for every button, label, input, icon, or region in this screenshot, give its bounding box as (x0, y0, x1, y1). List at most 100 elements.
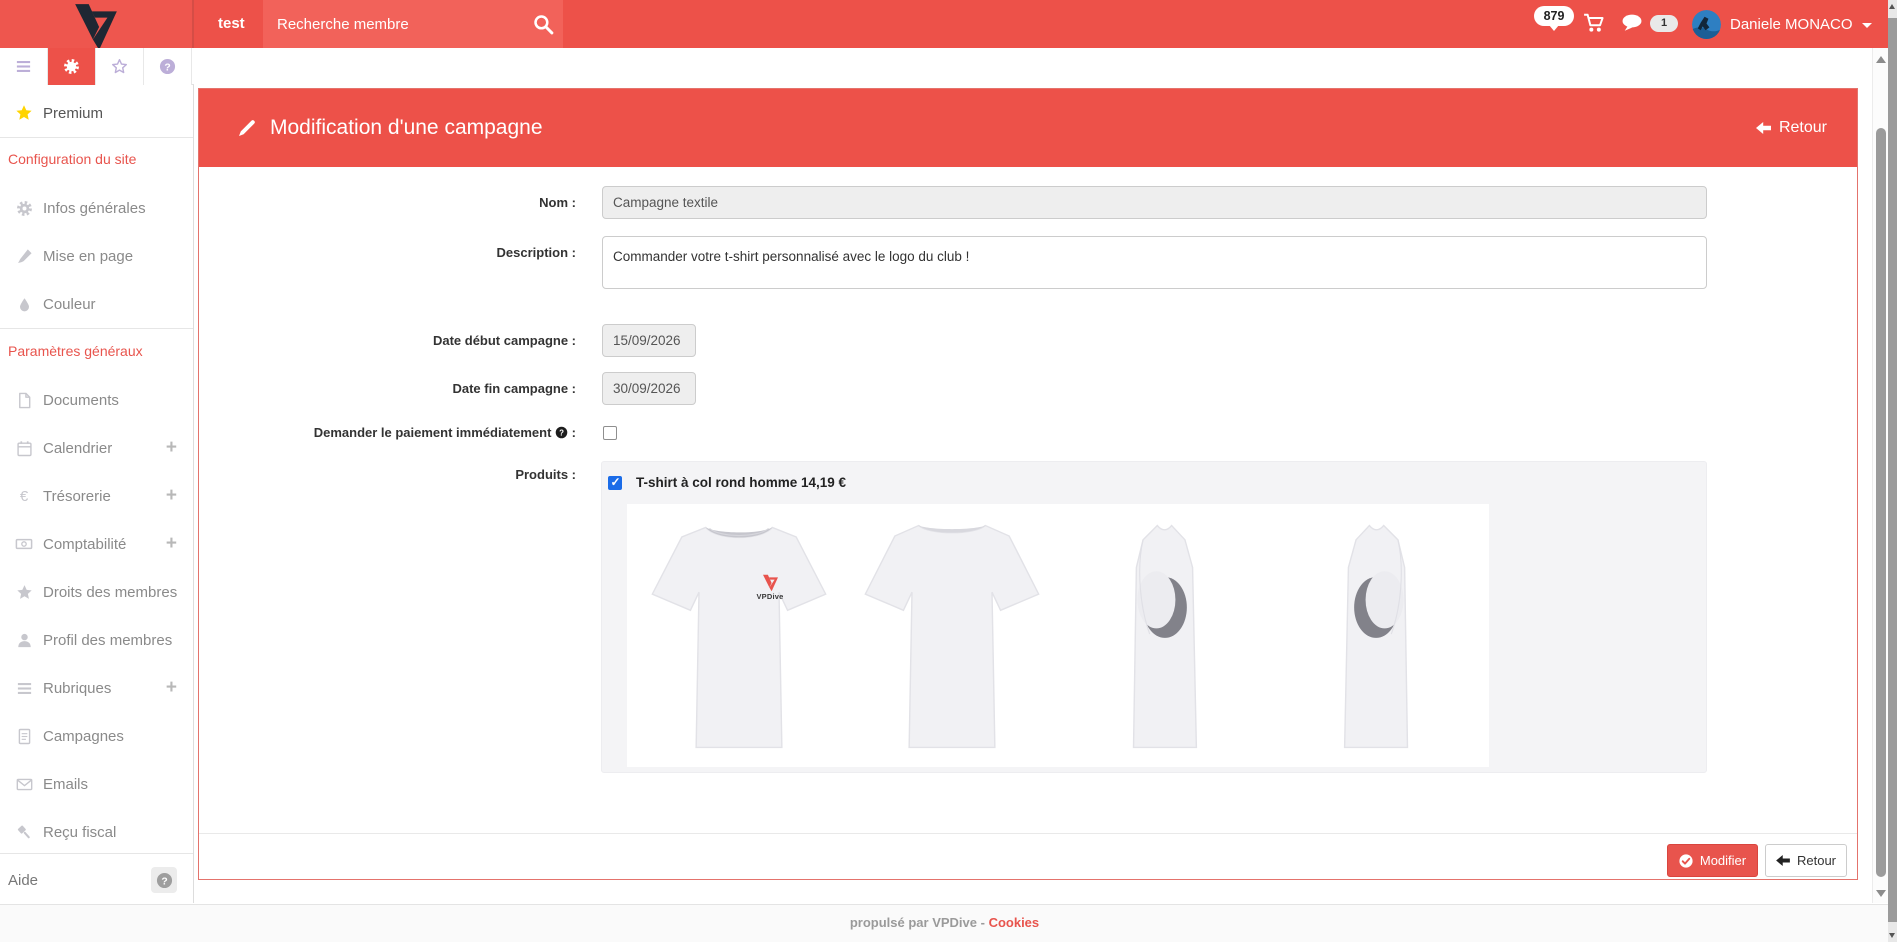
sidebar-item-label: Droits des membres (43, 584, 177, 601)
sidebar-item-rubriques[interactable]: Rubriques + (0, 664, 193, 712)
sidebar-item-mise-en-page[interactable]: Mise en page (0, 232, 193, 280)
menu-icon (15, 58, 32, 75)
immediate-payment-checkbox[interactable] (603, 426, 617, 440)
star-icon (12, 584, 36, 601)
plus-icon[interactable]: + (166, 533, 177, 555)
tshirt-back-image (852, 508, 1052, 764)
tab-settings[interactable] (48, 48, 96, 85)
help-label: Aide (8, 872, 38, 889)
sidebar-item-profil-des-membres[interactable]: Profil des membres (0, 616, 193, 664)
back-link-top[interactable]: Retour (1756, 89, 1827, 167)
window-scrollbar[interactable] (1888, 0, 1897, 942)
site-tab[interactable]: test (206, 0, 257, 48)
star-icon (111, 58, 128, 75)
scroll-down-icon[interactable] (1889, 933, 1895, 938)
help-icon (159, 58, 176, 75)
scroll-down-icon[interactable] (1876, 890, 1886, 897)
sidebar-item-comptabilite[interactable]: Comptabilité + (0, 520, 193, 568)
help-button[interactable] (151, 867, 177, 893)
plus-icon[interactable]: + (166, 677, 177, 699)
description-field[interactable]: Commander votre t-shirt personnalisé ave… (602, 236, 1707, 289)
end-date-field[interactable] (602, 372, 696, 405)
sidebar-item-documents[interactable]: Documents (0, 376, 193, 424)
sidebar-item-label: Couleur (43, 296, 96, 313)
user-menu[interactable]: Daniele MONACO (1692, 0, 1872, 48)
chat-button[interactable] (1621, 13, 1645, 35)
sidebar-item-couleur[interactable]: Couleur (0, 280, 193, 328)
check-circle-icon (1679, 854, 1693, 868)
sidebar-item-label: Trésorerie (43, 488, 111, 505)
divider (0, 328, 193, 329)
cookies-link[interactable]: Cookies (989, 915, 1040, 930)
search-button[interactable] (523, 0, 563, 48)
scroll-up-icon[interactable] (1876, 56, 1886, 63)
immediate-payment-label-text: Demander le paiement immédiatement (314, 425, 552, 440)
scrollbar-thumb[interactable] (1888, 18, 1897, 922)
sidebar-item-emails[interactable]: Emails (0, 760, 193, 808)
banknote-icon (12, 535, 36, 553)
sidebar-item-premium[interactable]: Premium (0, 89, 193, 137)
member-search (263, 0, 563, 48)
sidebar-item-label: Calendrier (43, 440, 112, 457)
sidebar-item-tresorerie[interactable]: € Trésorerie + (0, 472, 193, 520)
plus-icon[interactable]: + (166, 437, 177, 459)
gear-icon (12, 200, 36, 217)
notification-badge[interactable]: 879 (1534, 6, 1574, 26)
gavel-icon (12, 824, 36, 841)
sidebar-item-infos-generales[interactable]: Infos générales (0, 184, 193, 232)
diver-avatar-image (1692, 10, 1721, 39)
star-icon (12, 104, 36, 122)
droplet-icon (12, 296, 36, 313)
user-icon (12, 632, 36, 649)
document-icon (12, 728, 36, 745)
list-icon (12, 680, 36, 697)
tab-favorites[interactable] (96, 48, 144, 85)
plus-icon[interactable]: + (166, 485, 177, 507)
product-title: T-shirt à col rond homme 14,19 € (636, 475, 846, 490)
tshirt-side-left-image (1277, 508, 1477, 764)
divider (0, 853, 193, 854)
tshirt-side-right-image (1064, 508, 1264, 764)
help-circle-icon[interactable] (555, 426, 568, 439)
back-button-bottom[interactable]: Retour (1765, 844, 1847, 877)
tab-help[interactable] (144, 48, 192, 85)
panel-header: Modification d'une campagne Retour (199, 89, 1857, 167)
tshirt-chest-logo: VPDive (750, 574, 790, 601)
modify-button-label: Modifier (1700, 853, 1746, 868)
sidebar-item-droits-des-membres[interactable]: Droits des membres (0, 568, 193, 616)
product-images: VPDive (627, 504, 1489, 767)
label-suffix: : (568, 425, 576, 440)
sidebar-item-label: Comptabilité (43, 536, 126, 553)
content-scrollbar[interactable] (1872, 48, 1888, 903)
sidebar: Premium Configuration du site Infos géné… (0, 85, 194, 903)
gear-icon (63, 58, 80, 75)
cart-button[interactable] (1583, 13, 1607, 35)
search-input[interactable] (263, 0, 523, 48)
envelope-icon (12, 776, 36, 793)
sidebar-item-recu-fiscal[interactable]: Reçu fiscal (0, 808, 193, 856)
chat-count-badge[interactable]: 1 (1650, 15, 1678, 32)
tshirt-front-image: VPDive (639, 508, 839, 764)
brush-icon (12, 248, 36, 265)
description-label: Description : (199, 236, 576, 269)
arrow-left-icon (1776, 855, 1790, 866)
topbar: test 879 1 Daniele MONACO (0, 0, 1889, 48)
sidebar-tabbar (0, 48, 194, 85)
sidebar-item-label: Rubriques (43, 680, 111, 697)
sidebar-item-calendrier[interactable]: Calendrier + (0, 424, 193, 472)
file-icon (12, 392, 36, 409)
name-field[interactable] (602, 186, 1707, 219)
sidebar-item-campagnes[interactable]: Campagnes (0, 712, 193, 760)
chevron-down-icon (1862, 23, 1872, 28)
scroll-up-icon[interactable] (1889, 4, 1895, 9)
sidebar-item-label: Premium (43, 105, 103, 122)
tshirt-logo-text: VPDive (750, 592, 790, 601)
immediate-payment-label: Demander le paiement immédiatement : (199, 419, 576, 447)
vpdive-logo[interactable] (0, 0, 194, 48)
start-date-field[interactable] (602, 324, 696, 357)
tab-menu[interactable] (0, 48, 48, 85)
product-checkbox[interactable] (608, 476, 622, 490)
modify-button[interactable]: Modifier (1667, 844, 1758, 877)
sidebar-item-label: Mise en page (43, 248, 133, 265)
scrollbar-thumb[interactable] (1876, 128, 1886, 877)
